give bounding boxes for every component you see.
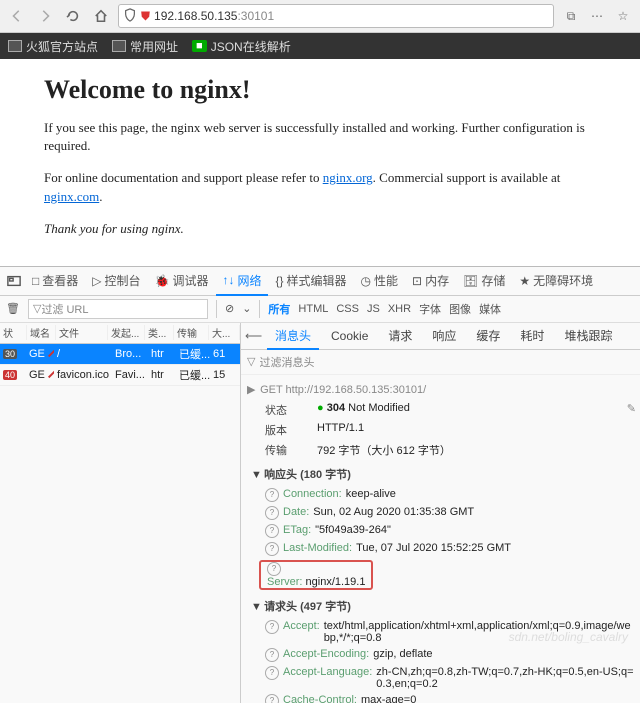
request-summary: ▶ GET http://192.168.50.135:30101/ (245, 379, 636, 400)
details-tabs: ⟵ 消息头 Cookie 请求 响应 缓存 耗时 堆栈跟踪 (241, 323, 640, 350)
header-line: ?Last-Modified: Tue, 07 Jul 2020 15:52:2… (245, 540, 636, 558)
tab-performance[interactable]: ◷ 性能 (355, 267, 405, 295)
tab-style[interactable]: {} 样式编辑器 (270, 267, 353, 295)
chip-xhr[interactable]: XHR (388, 303, 411, 315)
chip-img[interactable]: 图像 (449, 301, 471, 317)
filter-headers-row: ▽ 过滤消息头 (241, 350, 640, 375)
header-line: ?Connection: keep-alive (245, 486, 636, 504)
tab-accessibility[interactable]: ★ 无障碍环境 (513, 267, 599, 295)
response-headers-section[interactable]: ▼ 响应头 (180 字节) (245, 460, 636, 486)
help-icon[interactable]: ? (265, 694, 279, 703)
request-headers-section[interactable]: ▼ 请求头 (497 字节) (245, 592, 636, 618)
page-title: Welcome to nginx! (44, 75, 596, 105)
block-icon[interactable]: ⊘ (225, 302, 234, 315)
devtools-tabs: □ 查看器 ▷ 控制台 🐞 调试器 ↑↓ 网络 {} 样式编辑器 ◷ 性能 ⊡ … (0, 267, 640, 296)
details-panel: ⟵ 消息头 Cookie 请求 响应 缓存 耗时 堆栈跟踪 ▽ 过滤消息头 ▶ … (241, 323, 640, 703)
help-icon[interactable]: ? (265, 648, 279, 662)
tab-memory[interactable]: ⊡ 内存 (406, 267, 455, 295)
link-nginx-org[interactable]: nginx.org (323, 170, 373, 185)
subtab-cookie[interactable]: Cookie (323, 323, 376, 349)
url-bar[interactable]: ⛊ 192.168.50.135:30101 (118, 4, 554, 28)
chip-font[interactable]: 字体 (419, 301, 441, 317)
request-list-header: 状域名文件发起...类...传输大... (0, 323, 240, 344)
subtab-headers[interactable]: 消息头 (267, 323, 319, 351)
subtab-response[interactable]: 响应 (424, 323, 464, 349)
shield-icon (123, 8, 137, 25)
tab-network[interactable]: ↑↓ 网络 (216, 266, 267, 296)
close-details-icon[interactable]: ⟵ (245, 329, 263, 343)
tab-storage[interactable]: 🗄 存储 (457, 267, 511, 295)
request-list: 状域名文件发起...类...传输大... 30GE 1../Bro...htr已… (0, 323, 241, 703)
header-line: ?Cache-Control: max-age=0 (245, 692, 636, 703)
menu-devices-icon[interactable]: ⧉ (560, 5, 582, 27)
headers-content: ▶ GET http://192.168.50.135:30101/ 状态● 3… (241, 375, 640, 703)
subtab-cache[interactable]: 缓存 (468, 323, 508, 349)
chip-all[interactable]: 所有 (268, 301, 290, 317)
subtab-stack[interactable]: 堆栈跟踪 (556, 323, 620, 349)
subtab-request[interactable]: 请求 (380, 323, 420, 349)
home-button[interactable] (90, 5, 112, 27)
browser-toolbar: ⛊ 192.168.50.135:30101 ⧉ ⋯ ☆ (0, 0, 640, 33)
page-thanks: Thank you for using nginx. (44, 220, 596, 238)
json-icon: ■ (192, 40, 207, 52)
overflow-icon[interactable]: ⋯ (586, 5, 608, 27)
request-row[interactable]: 40GE 1..favicon.icoFavi...htr已缓...15 (0, 365, 240, 386)
dock-icon[interactable] (4, 274, 24, 288)
help-icon[interactable]: ? (265, 524, 279, 538)
folder-icon (112, 40, 126, 52)
reload-button[interactable] (62, 5, 84, 27)
bookmark-item[interactable]: ■JSON在线解析 (192, 38, 291, 55)
forward-button[interactable] (34, 5, 56, 27)
filter-url-input[interactable]: ▽ 过滤 URL (28, 299, 208, 319)
insecure-icon (48, 347, 54, 357)
folder-icon (8, 40, 22, 52)
insecure-icon: ⛊ (141, 9, 150, 24)
header-line: ?ETag: "5f049a39-264" (245, 522, 636, 540)
tab-debugger[interactable]: 🐞 调试器 (149, 267, 215, 295)
link-nginx-com[interactable]: nginx.com (44, 189, 99, 204)
subtab-timing[interactable]: 耗时 (512, 323, 552, 349)
help-icon[interactable]: ? (265, 666, 279, 680)
header-line: ?Date: Sun, 02 Aug 2020 01:35:38 GMT (245, 504, 636, 522)
page-paragraph: For online documentation and support ple… (44, 169, 596, 205)
help-icon[interactable]: ? (265, 488, 279, 502)
help-icon[interactable]: ? (265, 506, 279, 520)
watermark: sdn.net/boling_cavalry (509, 630, 628, 644)
tab-console[interactable]: ▷ 控制台 (86, 267, 146, 295)
help-icon[interactable]: ? (267, 562, 281, 576)
request-row[interactable]: 30GE 1../Bro...htr已缓...61 (0, 344, 240, 365)
bookmark-star-icon[interactable]: ☆ (612, 5, 634, 27)
page-content: Welcome to nginx! If you see this page, … (0, 59, 640, 266)
options-icon[interactable]: ⌄ (242, 302, 251, 315)
network-toolbar: 🗑 ▽ 过滤 URL ⊘ ⌄ 所有 HTML CSS JS XHR 字体 图像 … (0, 296, 640, 323)
insecure-icon (48, 368, 54, 378)
help-icon[interactable]: ? (265, 542, 279, 556)
trash-icon[interactable]: 🗑 (6, 302, 20, 315)
chip-css[interactable]: CSS (336, 303, 359, 315)
header-line: ?Server: nginx/1.19.1 (245, 558, 636, 592)
url-text: 192.168.50.135:30101 (154, 9, 274, 23)
help-icon[interactable]: ? (265, 620, 279, 634)
tab-inspector[interactable]: □ 查看器 (26, 267, 84, 295)
bookmark-item[interactable]: 常用网址 (112, 38, 178, 55)
page-paragraph: If you see this page, the nginx web serv… (44, 119, 596, 155)
bookmarks-bar: 火狐官方站点 常用网址 ■JSON在线解析 (0, 33, 640, 59)
chip-js[interactable]: JS (367, 303, 380, 315)
chip-media[interactable]: 媒体 (479, 301, 501, 317)
chip-html[interactable]: HTML (298, 303, 328, 315)
back-button[interactable] (6, 5, 28, 27)
header-line: ?Accept-Language: zh-CN,zh;q=0.8,zh-TW;q… (245, 664, 636, 692)
header-line: ?Accept-Encoding: gzip, deflate (245, 646, 636, 664)
bookmark-item[interactable]: 火狐官方站点 (8, 38, 98, 55)
